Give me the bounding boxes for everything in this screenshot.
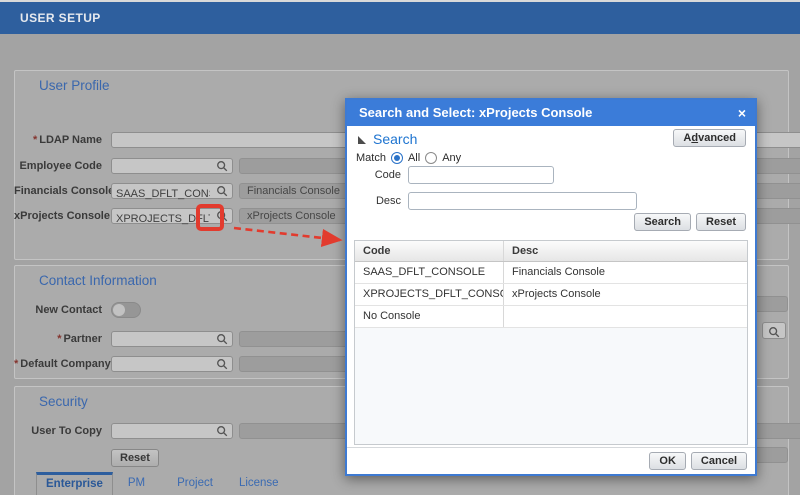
code-search-label: Code — [374, 169, 401, 181]
magnifier-icon — [216, 333, 228, 348]
advanced-button[interactable]: Advanced — [673, 129, 746, 147]
magnifier-icon — [216, 185, 228, 200]
required-marker: * — [32, 134, 38, 146]
employee-code-field — [111, 158, 233, 176]
default-company-label: * Default Company — [14, 358, 111, 370]
user-to-copy-input[interactable] — [112, 427, 214, 441]
highlight-box — [196, 204, 224, 231]
results-table: Code Desc SAAS_DFLT_CONSOLE Financials C… — [354, 240, 748, 445]
match-label: Match — [356, 152, 386, 164]
results-table-header: Code Desc — [355, 241, 747, 262]
cell-code: No Console — [363, 310, 421, 322]
cell-desc — [503, 306, 747, 327]
close-icon[interactable]: × — [738, 100, 746, 126]
user-to-copy-label: User To Copy — [31, 425, 102, 437]
search-and-select-dialog: Search and Select: xProjects Console × S… — [345, 98, 757, 476]
partner-field — [111, 331, 233, 349]
desc-search-field — [408, 192, 637, 211]
contact-information-heading: Contact Information — [39, 273, 157, 288]
financials-console-lookup-button[interactable] — [214, 185, 230, 197]
xprojects-console-label: xProjects Console — [14, 210, 110, 222]
ok-button[interactable]: OK — [649, 452, 686, 470]
cell-desc: Financials Console — [503, 262, 747, 283]
match-all-radio[interactable] — [390, 152, 403, 164]
magnifier-icon — [216, 160, 228, 175]
ldap-name-label: * LDAP Name — [32, 134, 102, 146]
reset-button[interactable]: Reset — [111, 449, 159, 467]
desc-search-row: Desc — [356, 192, 746, 211]
user-to-copy-field — [111, 423, 233, 441]
cancel-button[interactable]: Cancel — [690, 452, 747, 470]
tab-project[interactable]: Project — [168, 472, 222, 495]
new-contact-label: New Contact — [35, 304, 102, 316]
table-row[interactable]: SAAS_DFLT_CONSOLE Financials Console — [355, 262, 747, 284]
reset-search-button[interactable]: Reset — [696, 213, 746, 231]
magnifier-icon — [216, 425, 228, 440]
match-any-radio[interactable] — [425, 152, 438, 164]
employee-code-input[interactable] — [112, 162, 214, 176]
right-column-lookup-button[interactable] — [762, 322, 786, 339]
cell-desc: xProjects Console — [503, 284, 747, 305]
column-header-code[interactable]: Code — [355, 241, 503, 261]
default-company-field — [111, 356, 233, 374]
code-search-field — [408, 166, 554, 185]
disclosure-triangle-icon[interactable] — [358, 136, 366, 144]
partner-label: * Partner — [57, 333, 102, 345]
code-search-row: Code — [356, 166, 746, 185]
magnifier-icon — [768, 325, 780, 343]
search-reset-buttons: Search Reset — [634, 213, 746, 231]
user-profile-heading: User Profile — [39, 78, 110, 93]
desc-search-label: Desc — [375, 195, 401, 207]
tab-enterprise[interactable]: Enterprise — [36, 472, 113, 495]
financials-console-field — [111, 183, 233, 201]
search-section-heading[interactable]: Search — [373, 131, 417, 147]
partner-input[interactable] — [112, 335, 214, 349]
toggle-knob — [113, 304, 125, 316]
dialog-footer: OK Cancel — [347, 447, 755, 474]
financials-console-label: Financials Console — [14, 185, 115, 197]
desc-search-input[interactable] — [409, 195, 636, 211]
required-marker: * — [14, 358, 19, 370]
tab-license[interactable]: License — [230, 472, 288, 495]
table-row[interactable]: XPROJECTS_DFLT_CONSOLE xProjects Console — [355, 284, 747, 306]
employee-code-lookup-button[interactable] — [214, 160, 230, 172]
magnifier-icon — [216, 358, 228, 373]
page-title: USER SETUP — [0, 2, 800, 34]
match-any-label: Any — [442, 152, 462, 164]
match-all-label: All — [407, 152, 421, 164]
cell-code: XPROJECTS_DFLT_CONSOLE — [363, 288, 503, 300]
dialog-title: Search and Select: xProjects Console — [347, 100, 755, 126]
required-marker: * — [57, 333, 62, 345]
partner-lookup-button[interactable] — [214, 333, 230, 345]
tab-pm[interactable]: PM — [119, 472, 154, 495]
column-header-desc[interactable]: Desc — [503, 241, 747, 261]
default-company-input[interactable] — [112, 360, 214, 374]
match-row: Match All Any — [356, 152, 461, 164]
user-to-copy-lookup-button[interactable] — [214, 425, 230, 437]
cell-code: SAAS_DFLT_CONSOLE — [363, 266, 486, 278]
financials-console-input[interactable] — [112, 187, 214, 201]
new-contact-toggle[interactable] — [111, 302, 141, 318]
employee-code-label: Employee Code — [19, 160, 102, 172]
default-company-lookup-button[interactable] — [214, 358, 230, 370]
security-heading: Security — [39, 394, 88, 409]
user-setup-page: USER SETUP User Profile * LDAP Name Emplo… — [0, 0, 800, 495]
table-row[interactable]: No Console — [355, 306, 747, 328]
code-search-input[interactable] — [409, 169, 553, 185]
search-button[interactable]: Search — [634, 213, 692, 231]
